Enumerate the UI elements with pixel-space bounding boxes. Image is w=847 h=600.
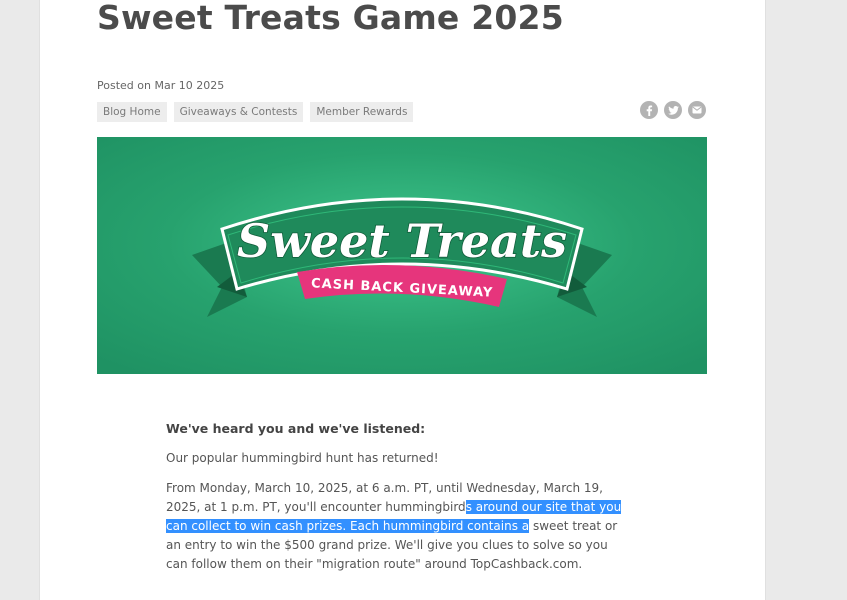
article-body: We've heard you and we've listened: Our … — [166, 419, 626, 574]
banner-graphic: CASH BACK GIVEAWAY Sweet Treats — [97, 137, 707, 374]
posted-date: Posted on Mar 10 2025 — [97, 79, 225, 92]
page-title: Sweet Treats Game 2025 — [97, 0, 564, 37]
share-buttons — [640, 101, 706, 119]
sweet-treats-banner: CASH BACK GIVEAWAY Sweet Treats — [97, 137, 707, 374]
facebook-icon[interactable] — [640, 101, 658, 119]
tag-giveaways-contests[interactable]: Giveaways & Contests — [173, 102, 304, 122]
tag-list: Blog Home Giveaways & Contests Member Re… — [97, 102, 414, 122]
details-paragraph: From Monday, March 10, 2025, at 6 a.m. P… — [166, 479, 626, 574]
intro-paragraph: Our popular hummingbird hunt has returne… — [166, 451, 439, 465]
twitter-icon[interactable] — [664, 101, 682, 119]
section-heading: We've heard you and we've listened: — [166, 421, 426, 436]
banner-title: Sweet Treats — [237, 214, 567, 268]
tag-blog-home[interactable]: Blog Home — [97, 102, 167, 122]
email-icon[interactable] — [688, 101, 706, 119]
tag-member-rewards[interactable]: Member Rewards — [310, 102, 414, 122]
